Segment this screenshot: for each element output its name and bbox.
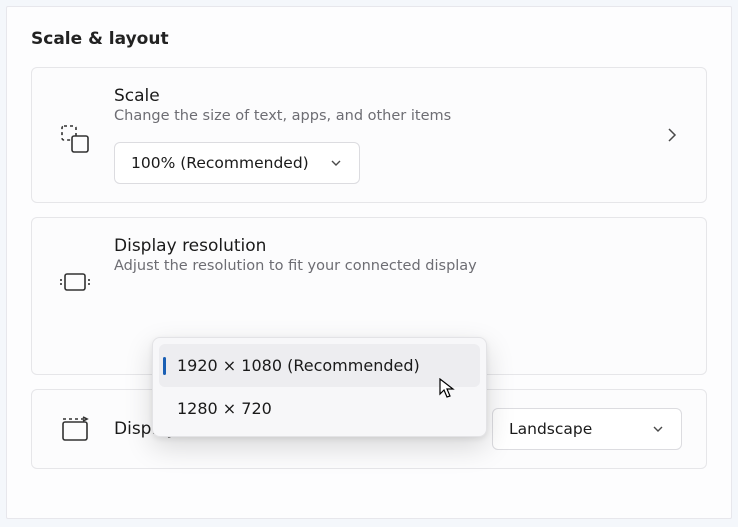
orientation-dropdown[interactable]: Landscape: [492, 408, 682, 450]
resolution-desc: Adjust the resolution to fit your connec…: [114, 258, 682, 274]
chevron-right-icon[interactable]: [664, 127, 680, 143]
card-scale[interactable]: Scale Change the size of text, apps, and…: [31, 67, 707, 203]
orientation-dropdown-label: Landscape: [509, 420, 592, 438]
scale-icon: [50, 86, 100, 154]
scale-title: Scale: [114, 86, 682, 106]
resolution-option-1[interactable]: 1920 × 1080 (Recommended): [159, 344, 480, 387]
resolution-option-1-label: 1920 × 1080 (Recommended): [177, 356, 420, 375]
chevron-down-icon: [651, 422, 665, 436]
scale-dropdown-label: 100% (Recommended): [131, 154, 309, 172]
resolution-option-2[interactable]: 1280 × 720: [159, 387, 480, 430]
chevron-down-icon: [329, 156, 343, 170]
resolution-icon: [50, 236, 100, 294]
scale-dropdown[interactable]: 100% (Recommended): [114, 142, 360, 184]
resolution-popup: 1920 × 1080 (Recommended) 1280 × 720: [152, 337, 487, 437]
resolution-title: Display resolution: [114, 236, 682, 256]
orientation-icon: [50, 416, 100, 442]
resolution-option-2-label: 1280 × 720: [177, 399, 272, 418]
section-title-scale-layout: Scale & layout: [31, 29, 707, 49]
scale-desc: Change the size of text, apps, and other…: [114, 108, 682, 124]
